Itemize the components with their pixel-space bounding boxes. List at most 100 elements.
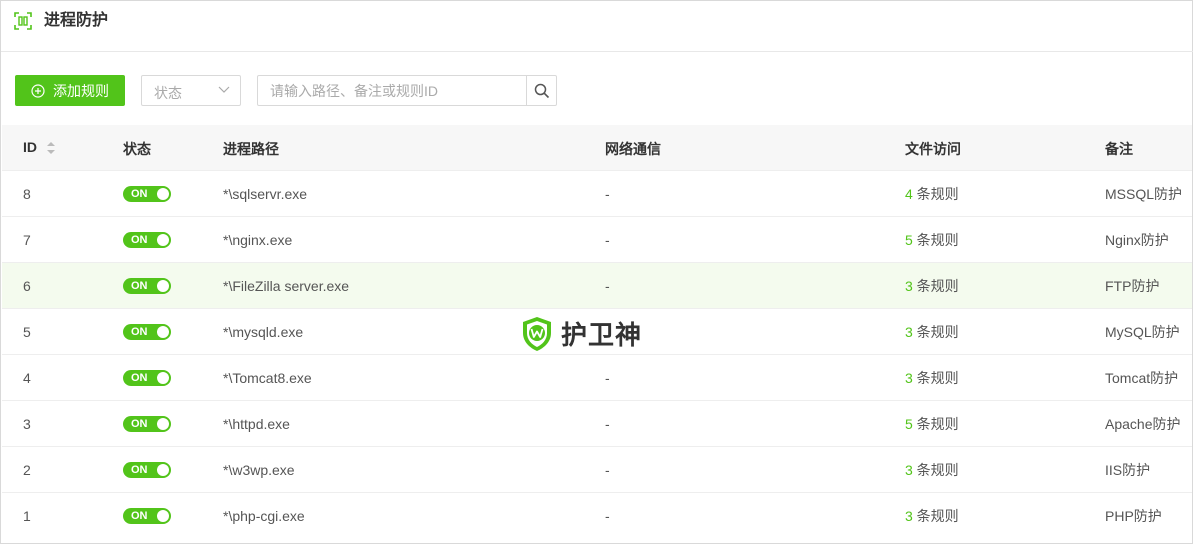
status-toggle[interactable]: ON (123, 186, 171, 202)
plus-circle-icon (31, 83, 45, 98)
toggle-knob (157, 234, 169, 246)
row-note: FTP防护 (1105, 278, 1160, 294)
file-rule-count: 3 (905, 370, 913, 386)
toggle-knob (157, 418, 169, 430)
chevron-down-icon (218, 86, 230, 93)
file-rule-count: 4 (905, 186, 913, 202)
file-rule-suffix: 条规则 (912, 416, 959, 432)
status-toggle[interactable]: ON (123, 232, 171, 248)
process-path: *\nginx.exe (223, 232, 293, 248)
row-note: MSSQL防护 (1105, 186, 1183, 202)
file-rule-suffix: 条规则 (912, 462, 959, 478)
toggle-label: ON (131, 188, 148, 200)
column-header-path: 进程路径 (223, 141, 279, 157)
page-title: 进程防护 (44, 12, 109, 29)
row-id: 7 (23, 232, 31, 248)
process-path: *\FileZilla server.exe (223, 278, 350, 294)
add-rule-button[interactable]: 添加规则 (15, 75, 125, 106)
file-rules-link[interactable]: 3 条规则 (905, 507, 959, 525)
toggle-knob (157, 464, 169, 476)
row-note: MySQL防护 (1105, 324, 1180, 340)
column-header-file: 文件访问 (905, 141, 961, 157)
status-toggle[interactable]: ON (123, 462, 171, 478)
process-path: *\httpd.exe (223, 416, 290, 432)
toggle-knob (157, 326, 169, 338)
row-id: 5 (23, 324, 31, 340)
row-note: Apache防护 (1105, 416, 1181, 432)
row-id: 8 (23, 186, 31, 202)
table-row[interactable]: 4 ON *\Tomcat8.exe - 3 条规则 Tomcat防护 (2, 355, 1192, 401)
row-note: PHP防护 (1105, 508, 1162, 524)
status-toggle[interactable]: ON (123, 324, 171, 340)
row-note: Nginx防护 (1105, 232, 1169, 248)
toggle-label: ON (131, 372, 148, 384)
table-row[interactable]: 8 ON *\sqlservr.exe - 4 条规则 MSSQL防护 (2, 171, 1192, 217)
sort-icon[interactable] (46, 141, 56, 155)
watermark-text: 护卫神 (561, 320, 643, 350)
file-rule-suffix: 条规则 (912, 186, 959, 202)
process-shield-icon (14, 12, 32, 30)
search-box (257, 75, 557, 106)
file-rule-count: 3 (905, 278, 913, 294)
search-input[interactable] (258, 76, 526, 105)
file-rule-suffix: 条规则 (912, 232, 959, 248)
file-rule-count: 3 (905, 324, 913, 340)
toggle-label: ON (131, 418, 148, 430)
toggle-knob (157, 280, 169, 292)
process-path: *\w3wp.exe (223, 462, 295, 478)
file-rule-count: 5 (905, 416, 913, 432)
file-rules-link[interactable]: 3 条规则 (905, 369, 959, 387)
file-rule-suffix: 条规则 (912, 370, 959, 386)
row-id: 2 (23, 462, 31, 478)
toggle-label: ON (131, 280, 148, 292)
status-toggle[interactable]: ON (123, 508, 171, 524)
search-icon (534, 83, 549, 98)
table-row[interactable]: 2 ON *\w3wp.exe - 3 条规则 IIS防护 (2, 447, 1192, 493)
file-rules-link[interactable]: 5 条规则 (905, 231, 959, 249)
network-rules: - (605, 278, 610, 294)
column-header-id[interactable]: ID (23, 139, 37, 155)
row-id: 1 (23, 508, 31, 524)
table-row[interactable]: 7 ON *\nginx.exe - 5 条规则 Nginx防护 (2, 217, 1192, 263)
add-rule-label: 添加规则 (53, 82, 109, 99)
file-rules-link[interactable]: 5 条规则 (905, 415, 959, 433)
process-path: *\mysqld.exe (223, 324, 304, 340)
file-rule-suffix: 条规则 (912, 278, 959, 294)
column-header-network: 网络通信 (605, 141, 661, 157)
network-rules: - (605, 416, 610, 432)
file-rule-count: 3 (905, 508, 913, 524)
file-rules-link[interactable]: 4 条规则 (905, 185, 959, 203)
network-rules: - (605, 370, 610, 386)
status-toggle[interactable]: ON (123, 370, 171, 386)
toggle-knob (157, 372, 169, 384)
process-path: *\php-cgi.exe (223, 508, 305, 524)
table-row[interactable]: 1 ON *\php-cgi.exe - 3 条规则 PHP防护 (2, 493, 1192, 539)
file-rules-link[interactable]: 3 条规则 (905, 461, 959, 479)
column-header-status: 状态 (123, 141, 151, 157)
file-rule-suffix: 条规则 (912, 508, 959, 524)
row-id: 4 (23, 370, 31, 386)
network-rules: - (605, 186, 610, 202)
status-toggle[interactable]: ON (123, 278, 171, 294)
status-select[interactable]: 状态 (141, 75, 241, 106)
file-rule-suffix: 条规则 (912, 324, 959, 340)
toggle-label: ON (131, 510, 148, 522)
search-button[interactable] (526, 76, 556, 105)
row-note: IIS防护 (1105, 462, 1151, 478)
network-rules: - (605, 232, 610, 248)
file-rules-link[interactable]: 3 条规则 (905, 277, 959, 295)
table-header: ID 状态 进程路径 网络通信 文件访问 备注 (2, 125, 1192, 171)
watermark: 护卫神 (521, 315, 642, 352)
status-toggle[interactable]: ON (123, 416, 171, 432)
file-rules-link[interactable]: 3 条规则 (905, 323, 959, 341)
file-rule-count: 5 (905, 232, 913, 248)
table-row[interactable]: 3 ON *\httpd.exe - 5 条规则 Apache防护 (2, 401, 1192, 447)
file-rule-count: 3 (905, 462, 913, 478)
process-path: *\Tomcat8.exe (223, 370, 312, 386)
table-row[interactable]: 6 ON *\FileZilla server.exe - 3 条规则 FTP防… (2, 263, 1192, 309)
status-select-value: 状态 (154, 85, 182, 101)
toggle-knob (157, 188, 169, 200)
toggle-knob (157, 510, 169, 522)
toggle-label: ON (131, 464, 148, 476)
shield-w-logo-icon (523, 316, 551, 351)
